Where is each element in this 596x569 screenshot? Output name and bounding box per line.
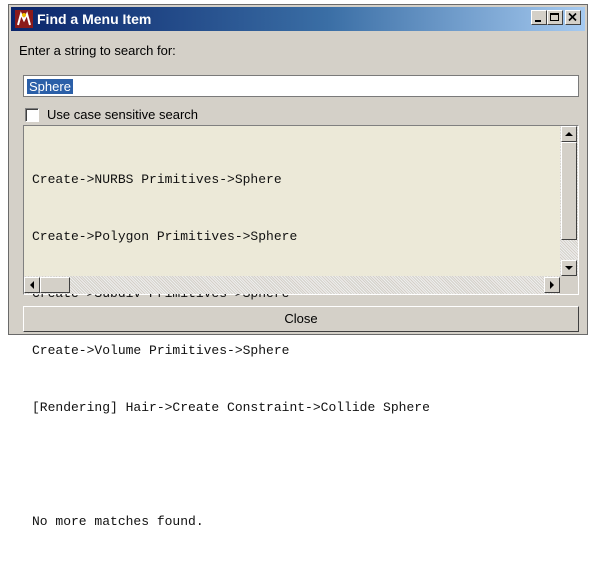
no-more-matches-text: No more matches found.	[32, 514, 204, 529]
arrow-left-icon	[30, 281, 34, 289]
results-list[interactable]: Create->NURBS Primitives->Sphere Create-…	[23, 125, 579, 529]
scroll-right-button[interactable]	[544, 277, 560, 293]
search-input-value[interactable]: Sphere	[27, 79, 73, 94]
result-line[interactable]: Create->Volume Primitives->Sphere	[32, 341, 554, 360]
search-input[interactable]: Sphere	[23, 75, 579, 97]
maya-app-icon	[15, 10, 33, 28]
scrollbar-corner	[560, 276, 578, 294]
minimize-icon	[535, 20, 541, 22]
title-bar[interactable]: Find a Menu Item	[11, 7, 585, 31]
close-button[interactable]: Close	[23, 306, 579, 332]
close-window-button[interactable]	[565, 10, 581, 25]
result-line[interactable]: Create->NURBS Primitives->Sphere	[32, 170, 554, 189]
arrow-down-icon	[565, 266, 573, 270]
arrow-right-icon	[550, 281, 554, 289]
scroll-left-button[interactable]	[24, 277, 40, 293]
find-menu-item-dialog: Find a Menu Item Enter a string to searc…	[8, 4, 588, 529]
vertical-scroll-thumb[interactable]	[561, 142, 577, 240]
result-line-blank	[32, 455, 554, 474]
minimize-button[interactable]	[531, 10, 547, 25]
scroll-down-button[interactable]	[561, 260, 577, 276]
horizontal-scroll-thumb[interactable]	[40, 277, 70, 293]
close-icon	[568, 12, 577, 22]
horizontal-scrollbar[interactable]	[24, 276, 560, 294]
result-line[interactable]: Create->Polygon Primitives->Sphere	[32, 227, 554, 246]
scroll-up-button[interactable]	[561, 126, 577, 142]
search-prompt-label: Enter a string to search for:	[19, 43, 176, 58]
window-title: Find a Menu Item	[37, 11, 152, 27]
arrow-up-icon	[565, 132, 573, 136]
maximize-button[interactable]	[547, 10, 563, 25]
maximize-icon	[550, 13, 559, 21]
case-sensitive-checkbox[interactable]	[25, 108, 39, 122]
results-text[interactable]: Create->NURBS Primitives->Sphere Create-…	[32, 132, 554, 569]
vertical-scrollbar[interactable]	[560, 126, 578, 276]
case-sensitive-label[interactable]: Use case sensitive search	[47, 107, 198, 122]
result-line[interactable]: [Rendering] Hair->Create Constraint->Col…	[32, 398, 554, 417]
